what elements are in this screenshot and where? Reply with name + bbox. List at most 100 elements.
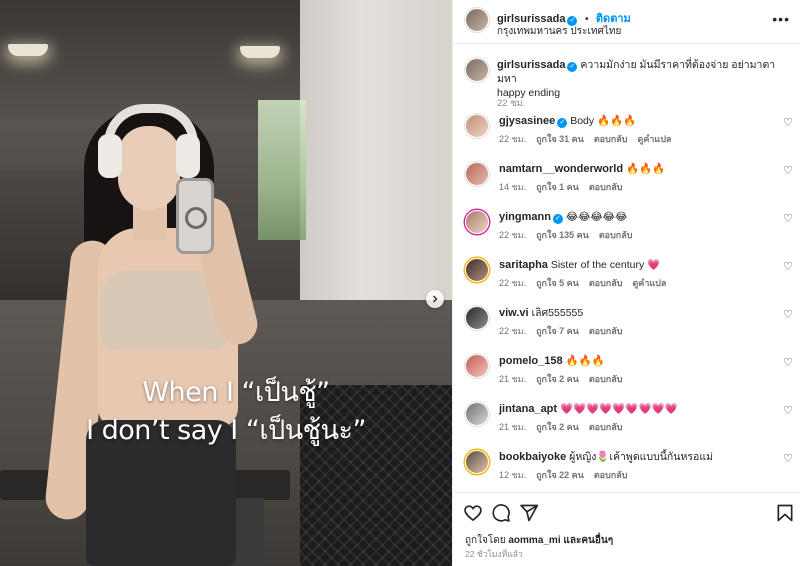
caption-time[interactable]: 22 ชม. [497,96,526,111]
comment-text: 🔥🔥🔥 [626,163,666,175]
translate-button[interactable]: ดูคำแปล [637,134,671,144]
comment-row: pomelo_158 🔥🔥🔥 21 ชม. ถูกใจ 2 คน ตอบกลับ ♡ [465,352,799,396]
comment-username[interactable]: pomelo_158 [499,355,563,367]
verified-badge-icon: ✓ [567,62,578,72]
comment-time[interactable]: 21 ชม. [499,374,526,384]
comment-likes[interactable]: ถูกใจ 135 คน [536,230,589,240]
comment-body: gjysasinee ✓ Body 🔥🔥🔥 [499,114,636,128]
comment-like-heart-icon[interactable]: ♡ [783,262,793,273]
comment-meta: 21 ชม. ถูกใจ 2 คน ตอบกลับ [499,372,632,386]
avatar[interactable] [465,354,489,378]
comment-like-heart-icon[interactable]: ♡ [783,454,793,465]
comment-likes[interactable]: ถูกใจ 7 คน [536,326,579,336]
avatar[interactable] [465,58,489,82]
comment-body: pomelo_158 🔥🔥🔥 [499,354,605,368]
comment-meta: 22 ชม. ถูกใจ 31 คน ตอบกลับ ดูคำแปล [499,132,681,146]
comment-like-heart-icon[interactable]: ♡ [783,406,793,417]
comment-likes[interactable]: ถูกใจ 22 คน [536,470,584,480]
comment-likes[interactable]: ถูกใจ 2 คน [536,422,579,432]
liked-by-user[interactable]: aomma_mi [508,535,560,546]
comment-body: namtarn__wonderworld 🔥🔥🔥 [499,162,665,176]
reply-button[interactable]: ตอบกลับ [589,422,623,432]
ceiling-lamp [240,46,280,58]
comment-text: 💗💗💗💗💗💗💗💗💗 [560,403,678,415]
post-actions: ถูกใจโดย aomma_mi และคนอื่นๆ 22 ชั่วโมงท… [453,492,800,566]
translate-button[interactable]: ดูคำแปล [632,278,666,288]
comment-likes[interactable]: ถูกใจ 2 คน [536,374,579,384]
comment-meta: 22 ชม. ถูกใจ 5 คน ตอบกลับ ดูคำแปล [499,276,676,290]
comment-username[interactable]: saritapha [499,259,548,271]
liked-by-prefix: ถูกใจโดย [465,535,506,546]
avatar[interactable] [465,258,489,282]
caption-username[interactable]: girlsurissada [497,59,565,71]
comment-row: gjysasinee ✓ Body 🔥🔥🔥 22 ชม. ถูกใจ 31 คน ตอ… [465,112,799,156]
post-photo[interactable]: When I “เป็นชู้” I don’t say I “เป็นชู้น… [0,0,452,566]
liked-by-suffix[interactable]: และคนอื่นๆ [563,535,613,546]
comment-like-heart-icon[interactable]: ♡ [783,310,793,321]
comment-username[interactable]: namtarn__wonderworld [499,163,623,175]
comment-time[interactable]: 22 ชม. [499,134,526,144]
reply-button[interactable]: ตอบกลับ [594,470,628,480]
comment-time[interactable]: 12 ชม. [499,470,526,480]
share-icon[interactable] [519,503,539,523]
chevron-right-icon [433,295,438,303]
reply-button[interactable]: ตอบกลับ [589,278,623,288]
comment-text: ผู้หญิง🌷เค้าพูดแบบนี้กันหรอแม่ [569,451,714,463]
avatar[interactable] [465,114,489,138]
avatar[interactable] [465,306,489,330]
avatar[interactable] [465,8,489,32]
comment-meta: 21 ชม. ถูกใจ 2 คน ตอบกลับ [499,420,632,434]
comment-row: saritapha Sister of the century 💗 22 ชม.… [465,256,799,300]
next-photo-button[interactable] [426,290,444,308]
comment-text: 🔥🔥🔥 [565,355,605,367]
comments-list[interactable]: girlsurissada ✓ ความมักง่าย มันมีราคาที่ต… [453,44,800,492]
reply-button[interactable]: ตอบกลับ [599,230,633,240]
comment-username[interactable]: yingmann [499,211,551,223]
liked-by-text: ถูกใจโดย aomma_mi และคนอื่นๆ [465,533,613,548]
comment-like-heart-icon[interactable]: ♡ [783,118,793,129]
more-options-icon[interactable]: ••• [772,11,790,27]
post-timestamp: 22 ชั่วโมงที่แล้ว [465,549,523,559]
headphones-earcup [176,134,200,178]
reply-button[interactable]: ตอบกลับ [594,134,628,144]
avatar[interactable] [465,162,489,186]
comment-row: jintana_apt 💗💗💗💗💗💗💗💗💗 21 ชม. ถูกใจ 2 คน ตอ… [465,400,799,444]
ceiling-lamp [8,44,48,56]
post-header: girlsurissada ✓ • ติดตาม กรุงเทพมหานคร ปร… [453,0,800,44]
avatar[interactable] [465,210,489,234]
comment-like-heart-icon[interactable]: ♡ [783,358,793,369]
comment-likes[interactable]: ถูกใจ 5 คน [536,278,579,288]
reply-button[interactable]: ตอบกลับ [589,326,623,336]
comment-time[interactable]: 14 ชม. [499,182,526,192]
avatar[interactable] [465,450,489,474]
avatar[interactable] [465,402,489,426]
comment-time[interactable]: 22 ชม. [499,230,526,240]
comment-meta: 14 ชม. ถูกใจ 1 คน ตอบกลับ [499,180,632,194]
comment-username[interactable]: gjysasinee [499,115,555,127]
mirror-phone [176,178,214,254]
comment-time[interactable]: 22 ชม. [499,326,526,336]
reply-button[interactable]: ตอบกลับ [589,182,623,192]
comment-like-heart-icon[interactable]: ♡ [783,214,793,225]
post-location[interactable]: กรุงเทพมหานคร ประเทศไทย [497,24,621,39]
heart-icon[interactable] [463,503,483,523]
comment-username[interactable]: viw.vi [499,307,529,319]
comment-row: yingmann ✓ 😂😂😂😂😂 22 ชม. ถูกใจ 135 คน ตอบกลั… [465,208,799,252]
comment-text: Sister of the century 💗 [550,259,661,271]
caption-text: girlsurissada ✓ ความมักง่าย มันมีราคาที่ต… [497,58,793,100]
comment-likes[interactable]: ถูกใจ 31 คน [536,134,584,144]
comment-body: bookbaiyoke ผู้หญิง🌷เค้าพูดแบบนี้กันหรอแ… [499,450,713,464]
comment-body: saritapha Sister of the century 💗 [499,258,660,272]
reply-button[interactable]: ตอบกลับ [589,374,623,384]
comment-username[interactable]: bookbaiyoke [499,451,566,463]
comment-username[interactable]: jintana_apt [499,403,557,415]
comment-like-heart-icon[interactable]: ♡ [783,166,793,177]
comment-time[interactable]: 21 ชม. [499,422,526,432]
comment-meta: 22 ชม. ถูกใจ 7 คน ตอบกลับ [499,324,632,338]
comment-icon[interactable] [491,503,511,523]
comment-likes[interactable]: ถูกใจ 1 คน [536,182,579,192]
comment-body: viw.vi เลิศ555555 [499,306,583,320]
bookmark-icon[interactable] [775,503,795,523]
verified-badge-icon: ✓ [552,214,563,224]
comment-time[interactable]: 22 ชม. [499,278,526,288]
